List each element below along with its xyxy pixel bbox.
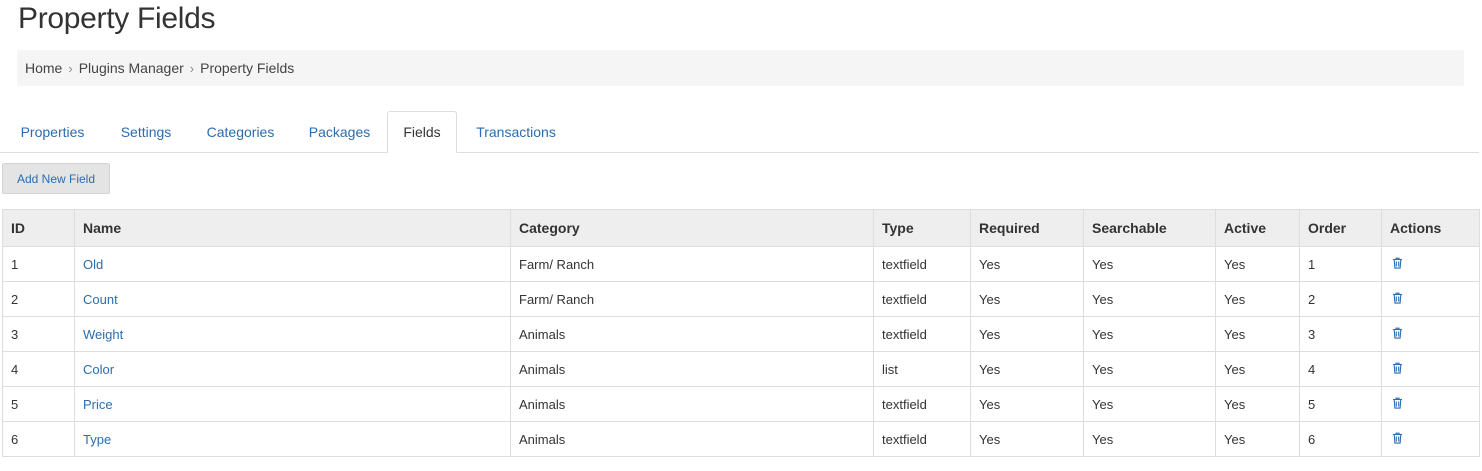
field-name-link[interactable]: Color — [83, 362, 114, 377]
cell-active: Yes — [1215, 421, 1300, 457]
cell-type: textfield — [873, 281, 971, 317]
tab-properties[interactable]: Properties — [2, 111, 103, 153]
cell-category: Farm/ Ranch — [510, 246, 874, 282]
table-row: 2 Count Farm/ Ranch textfield Yes Yes Ye… — [2, 281, 1480, 317]
cell-order: 6 — [1299, 421, 1382, 457]
trash-icon[interactable] — [1392, 257, 1403, 272]
cell-category: Animals — [510, 316, 874, 352]
table-row: 6 Type Animals textfield Yes Yes Yes 6 — [2, 421, 1480, 457]
cell-category: Animals — [510, 386, 874, 422]
add-new-field-button[interactable]: Add New Field — [2, 163, 110, 194]
column-header-actions: Actions — [1381, 209, 1480, 247]
column-header-id[interactable]: ID — [2, 209, 75, 247]
cell-searchable: Yes — [1083, 281, 1216, 317]
trash-icon[interactable] — [1392, 362, 1403, 377]
cell-order: 2 — [1299, 281, 1382, 317]
cell-type: list — [873, 351, 971, 387]
chevron-right-icon: › — [189, 60, 195, 76]
chevron-right-icon: › — [68, 60, 73, 76]
cell-searchable: Yes — [1083, 351, 1216, 387]
cell-active: Yes — [1215, 386, 1300, 422]
trash-icon[interactable] — [1392, 292, 1403, 307]
column-header-name[interactable]: Name — [74, 209, 511, 247]
table-header-row: ID Name Category Type Required Searchabl… — [2, 209, 1480, 247]
cell-searchable: Yes — [1083, 386, 1216, 422]
cell-order: 3 — [1299, 316, 1382, 352]
column-header-order[interactable]: Order — [1299, 209, 1382, 247]
trash-icon[interactable] — [1392, 432, 1403, 447]
tab-packages[interactable]: Packages — [292, 111, 387, 153]
cell-searchable: Yes — [1083, 246, 1216, 282]
cell-active: Yes — [1215, 246, 1300, 282]
breadcrumb-current: Property Fields — [200, 60, 295, 76]
cell-id: 5 — [2, 386, 75, 422]
cell-id: 2 — [2, 281, 75, 317]
cell-id: 3 — [2, 316, 75, 352]
breadcrumb-plugins-manager[interactable]: Plugins Manager — [79, 60, 184, 76]
cell-required: Yes — [970, 246, 1084, 282]
cell-type: textfield — [873, 386, 971, 422]
page-title: Property Fields — [18, 2, 216, 35]
cell-required: Yes — [970, 316, 1084, 352]
column-header-searchable[interactable]: Searchable — [1083, 209, 1216, 247]
column-header-required[interactable]: Required — [970, 209, 1084, 247]
cell-searchable: Yes — [1083, 316, 1216, 352]
cell-active: Yes — [1215, 281, 1300, 317]
table-row: 4 Color Animals list Yes Yes Yes 4 — [2, 351, 1480, 387]
table-row: 5 Price Animals textfield Yes Yes Yes 5 — [2, 386, 1480, 422]
breadcrumb-home[interactable]: Home — [25, 60, 62, 76]
cell-required: Yes — [970, 351, 1084, 387]
cell-order: 4 — [1299, 351, 1382, 387]
cell-active: Yes — [1215, 316, 1300, 352]
tab-categories[interactable]: Categories — [189, 111, 292, 153]
trash-icon[interactable] — [1392, 397, 1403, 412]
cell-order: 5 — [1299, 386, 1382, 422]
field-name-link[interactable]: Price — [83, 397, 113, 412]
column-header-category[interactable]: Category — [510, 209, 874, 247]
cell-category: Animals — [510, 421, 874, 457]
table-row: 3 Weight Animals textfield Yes Yes Yes 3 — [2, 316, 1480, 352]
cell-category: Farm/ Ranch — [510, 281, 874, 317]
fields-table: ID Name Category Type Required Searchabl… — [2, 209, 1480, 457]
cell-type: textfield — [873, 421, 971, 457]
cell-active: Yes — [1215, 351, 1300, 387]
field-name-link[interactable]: Old — [83, 257, 103, 272]
cell-category: Animals — [510, 351, 874, 387]
field-name-link[interactable]: Weight — [83, 327, 123, 342]
tab-settings[interactable]: Settings — [103, 111, 189, 153]
cell-id: 6 — [2, 421, 75, 457]
column-header-type[interactable]: Type — [873, 209, 971, 247]
cell-order: 1 — [1299, 246, 1382, 282]
tab-transactions[interactable]: Transactions — [457, 111, 575, 153]
cell-required: Yes — [970, 421, 1084, 457]
cell-id: 4 — [2, 351, 75, 387]
field-name-link[interactable]: Type — [83, 432, 111, 447]
trash-icon[interactable] — [1392, 327, 1403, 342]
table-row: 1 Old Farm/ Ranch textfield Yes Yes Yes … — [2, 246, 1480, 282]
field-name-link[interactable]: Count — [83, 292, 118, 307]
cell-type: textfield — [873, 316, 971, 352]
tab-fields[interactable]: Fields — [387, 111, 457, 153]
column-header-active[interactable]: Active — [1215, 209, 1300, 247]
cell-id: 1 — [2, 246, 75, 282]
breadcrumb: Home › Plugins Manager › Property Fields — [17, 50, 1464, 86]
cell-required: Yes — [970, 281, 1084, 317]
cell-searchable: Yes — [1083, 421, 1216, 457]
cell-type: textfield — [873, 246, 971, 282]
cell-required: Yes — [970, 386, 1084, 422]
tab-bar: Properties Settings Categories Packages … — [0, 111, 1479, 153]
